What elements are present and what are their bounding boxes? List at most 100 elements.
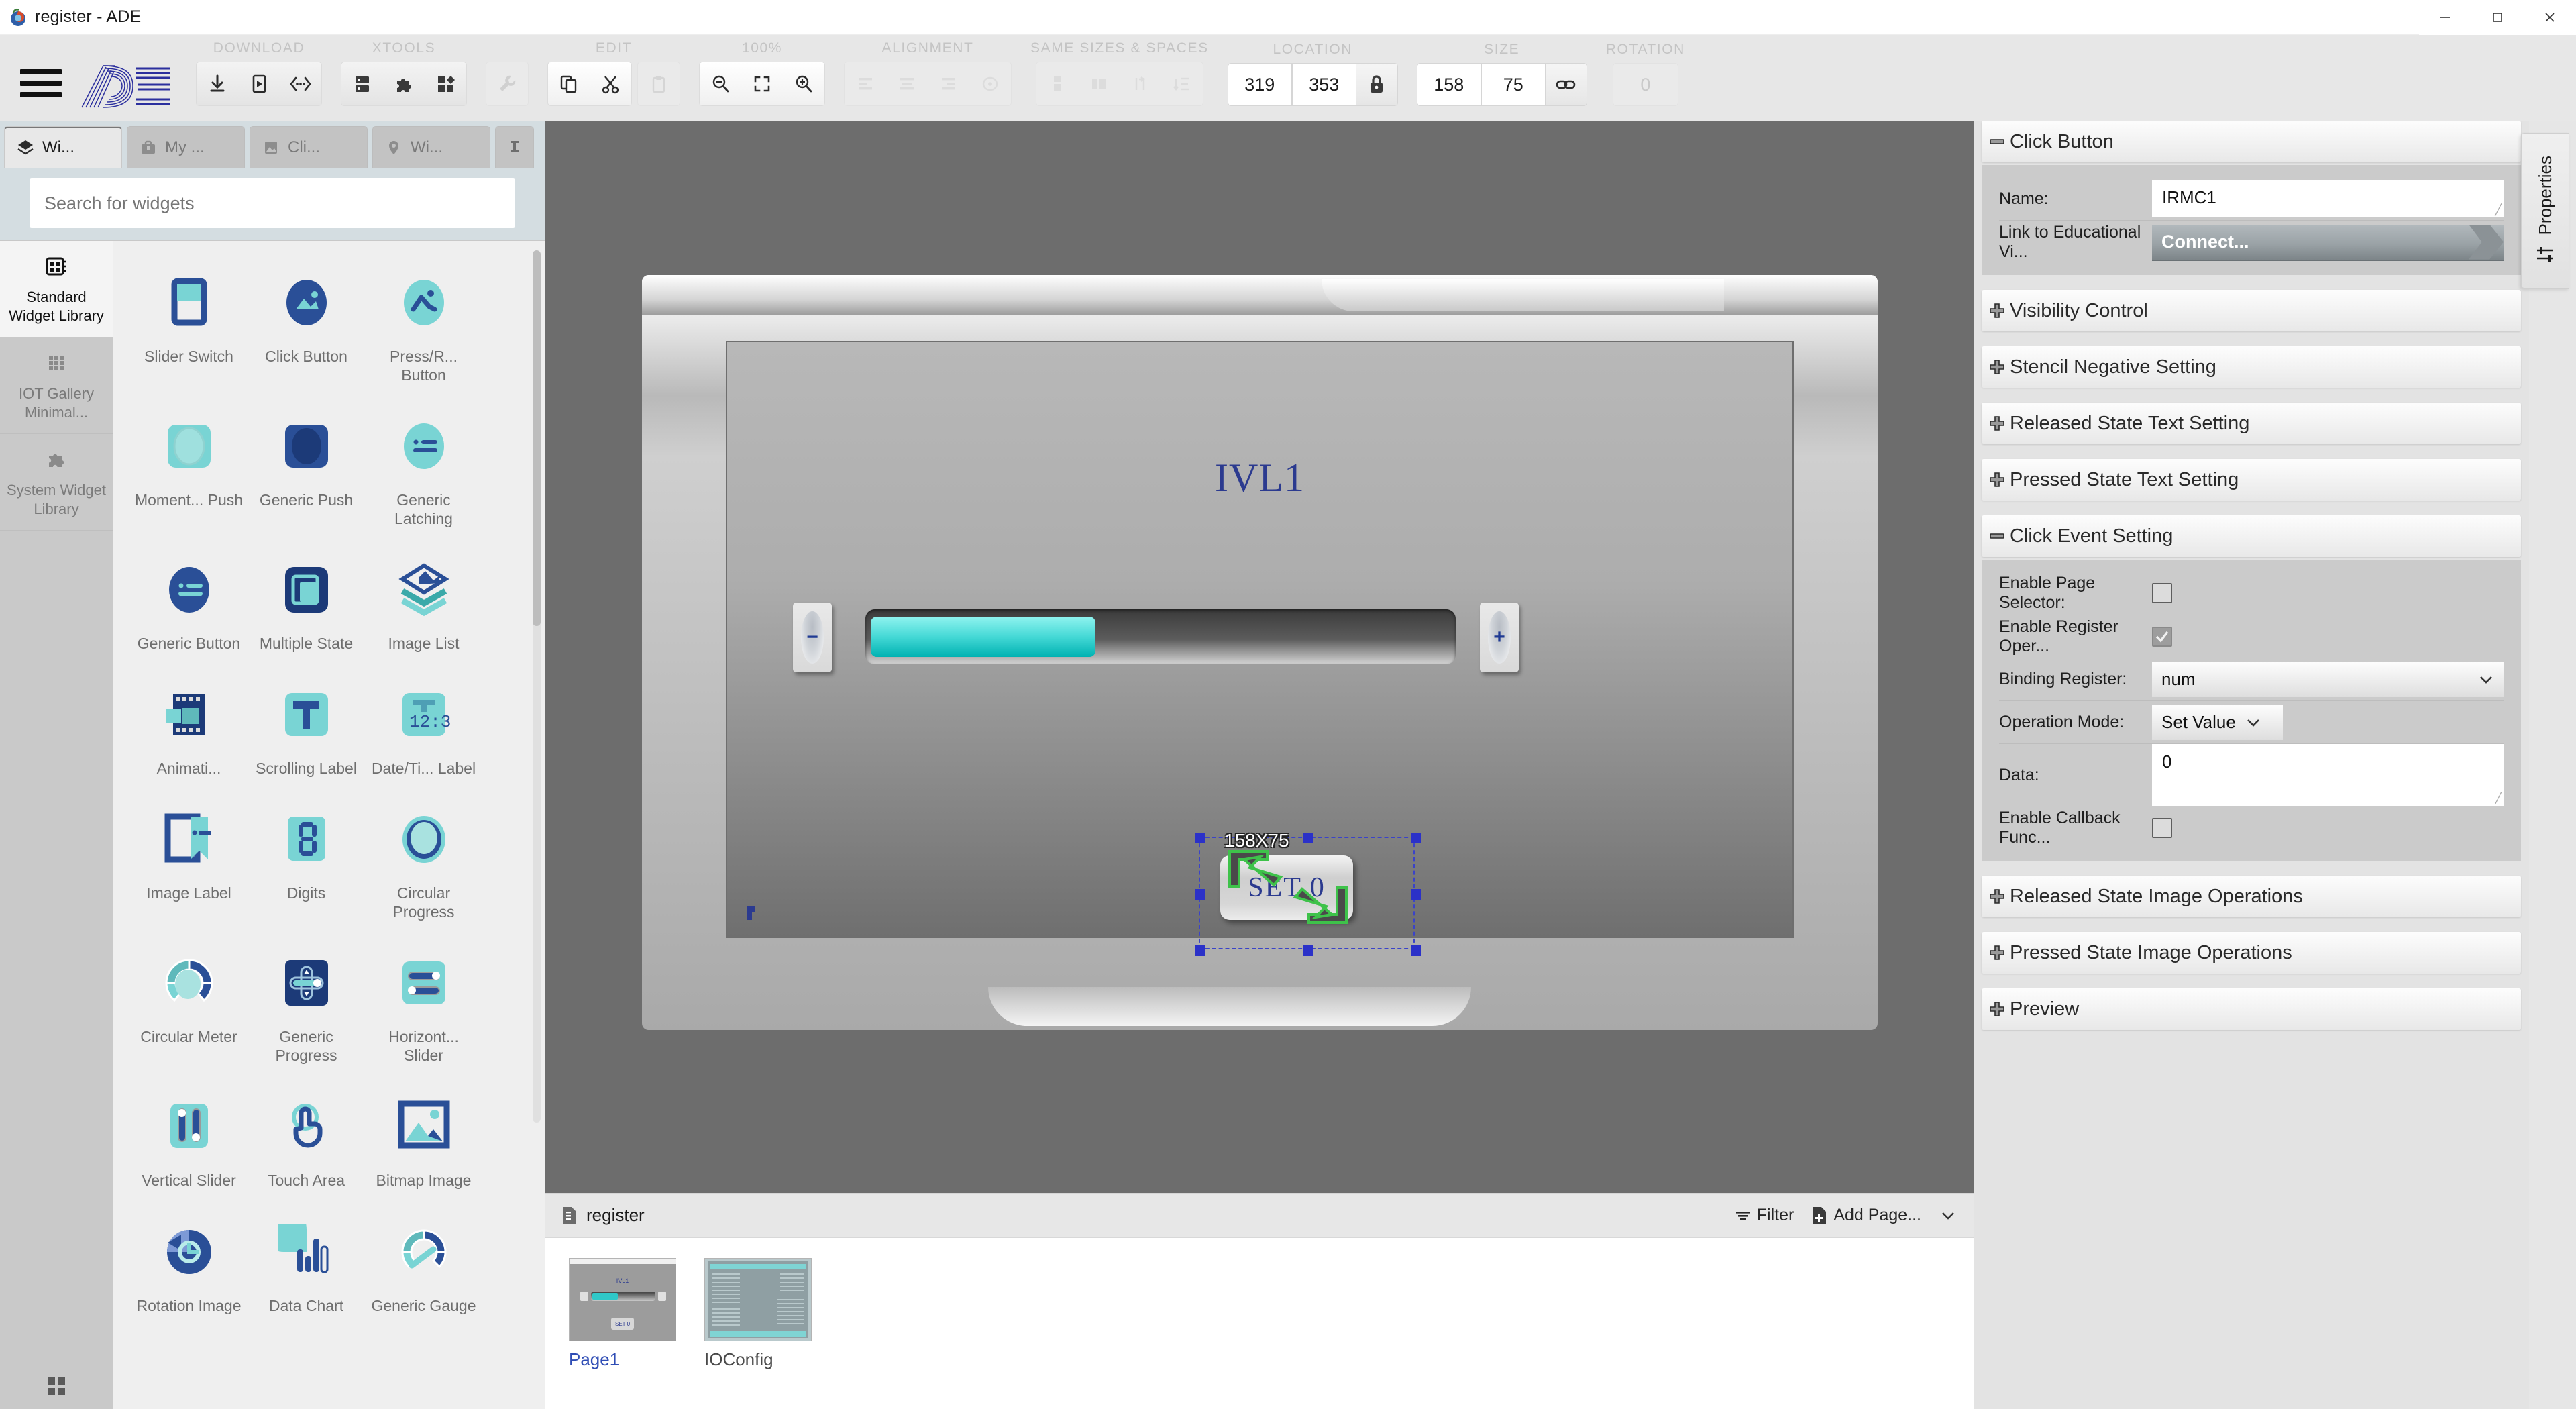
section-header[interactable]: Pressed State Image Operations <box>1982 932 2521 974</box>
expand-icon[interactable] <box>1987 943 2007 963</box>
widget-item[interactable]: Horizont... Slider <box>365 933 482 1077</box>
minimize-button[interactable] <box>2419 0 2471 35</box>
page-thumbnail[interactable] <box>704 1258 812 1341</box>
widget-item[interactable]: Moment... Push <box>130 397 248 540</box>
chevron-down-icon[interactable] <box>1939 1209 1957 1222</box>
expand-icon[interactable] <box>1987 886 2007 906</box>
device-screen[interactable]: IVL1 − + SET 0 158X75 <box>726 341 1794 956</box>
widget-item[interactable]: Digits <box>248 790 365 933</box>
collapse-icon[interactable] <box>1987 526 2007 546</box>
align-target-icon[interactable] <box>969 62 1011 105</box>
widget-item[interactable]: Generic Push <box>248 397 365 540</box>
widget-item[interactable]: Generic Progress <box>248 933 365 1077</box>
widget-item[interactable]: Bitmap Image <box>365 1077 482 1202</box>
resize-handle-n[interactable] <box>1303 833 1313 843</box>
property-select[interactable]: Set Value <box>2152 704 2283 740</box>
copy-icon[interactable] <box>548 62 590 105</box>
widget-item[interactable]: Click Button <box>248 253 365 397</box>
add-page-button[interactable]: Add Page... <box>1811 1206 1921 1225</box>
search-input[interactable] <box>30 178 515 228</box>
tab-my-library[interactable]: My ... <box>127 126 245 168</box>
widget-item[interactable]: Generic Button <box>130 540 248 665</box>
list-item[interactable]: IOConfig <box>704 1258 817 1370</box>
widget-item[interactable]: Circular Meter <box>130 933 248 1077</box>
same-width-icon[interactable] <box>1078 62 1120 105</box>
server-icon[interactable] <box>341 62 383 105</box>
resize-handle-e[interactable] <box>1411 889 1421 900</box>
same-height-icon[interactable] <box>1036 62 1078 105</box>
property-checkbox[interactable] <box>2152 626 2172 647</box>
section-header[interactable]: Click Button <box>1982 121 2521 162</box>
sidebar-item-system-widget-library[interactable]: System Widget Library <box>0 434 113 531</box>
wrench-icon[interactable] <box>486 62 528 105</box>
resize-handle-w[interactable] <box>1195 889 1205 900</box>
section-header[interactable]: Released State Text Setting <box>1982 403 2521 444</box>
size-width-input[interactable]: 158 <box>1416 63 1481 106</box>
sidebar-item-iot-gallery[interactable]: IOT Gallery Minimal... <box>0 337 113 434</box>
property-checkbox[interactable] <box>2152 817 2172 838</box>
property-text-input[interactable]: IRMC1 ╱ <box>2152 180 2504 217</box>
widget-item[interactable]: Generic Latching <box>365 397 482 540</box>
design-canvas[interactable]: IVL1 − + SET 0 158X75 <box>545 121 1974 1193</box>
expand-icon[interactable] <box>1987 357 2007 377</box>
size-height-input[interactable]: 75 <box>1481 63 1546 106</box>
horizontal-slider[interactable] <box>865 609 1456 664</box>
resize-handle-se[interactable] <box>1411 945 1421 956</box>
connect-button[interactable]: Connect... <box>2152 224 2504 260</box>
device-play-icon[interactable] <box>238 62 280 105</box>
expand-icon[interactable] <box>1987 413 2007 433</box>
property-checkbox[interactable] <box>2152 583 2172 603</box>
close-button[interactable] <box>2524 0 2576 35</box>
resize-handle-nw[interactable] <box>1195 833 1205 843</box>
resize-handle-ne[interactable] <box>1411 833 1421 843</box>
maximize-button[interactable] <box>2471 0 2524 35</box>
scissors-icon[interactable] <box>590 62 631 105</box>
widget-item[interactable]: Generic Gauge <box>365 1202 482 1327</box>
expand-icon[interactable] <box>1987 470 2007 490</box>
grid-icon[interactable] <box>0 1363 113 1409</box>
location-y-input[interactable]: 353 <box>1291 63 1356 106</box>
widget-item[interactable]: Circular Progress <box>365 790 482 933</box>
widget-item[interactable]: Touch Area <box>248 1077 365 1202</box>
section-header[interactable]: Stencil Negative Setting <box>1982 346 2521 388</box>
blocks-icon[interactable] <box>425 62 466 105</box>
widget-item[interactable]: Vertical Slider <box>130 1077 248 1202</box>
widget-item[interactable]: Scrolling Label <box>248 665 365 790</box>
widget-item[interactable]: Rotation Image <box>130 1202 248 1327</box>
page-name[interactable]: IOConfig <box>704 1349 817 1370</box>
widget-list-scrollbar[interactable] <box>533 250 541 1123</box>
widget-item[interactable]: Image Label <box>130 790 248 933</box>
link-icon[interactable] <box>1545 63 1587 106</box>
puzzle-icon[interactable] <box>383 62 425 105</box>
lock-icon[interactable] <box>1356 63 1398 106</box>
widget-item[interactable]: Data Chart <box>248 1202 365 1327</box>
rotation-input[interactable]: 0 <box>1612 63 1678 106</box>
widget-item[interactable]: Press/R... Button <box>365 253 482 397</box>
minus-button[interactable]: − <box>793 603 832 672</box>
properties-tab[interactable]: Properties <box>2521 133 2569 289</box>
code-brackets-icon[interactable] <box>280 62 321 105</box>
expand-icon[interactable] <box>1987 999 2007 1019</box>
filter-button[interactable]: Filter <box>1735 1206 1794 1225</box>
resize-handle-sw[interactable] <box>1195 945 1205 956</box>
location-x-input[interactable]: 319 <box>1227 63 1292 106</box>
list-item[interactable]: IVL1 SET 0 Page1 <box>569 1258 682 1370</box>
widget-item[interactable]: Animati... <box>130 665 248 790</box>
expand-icon[interactable] <box>1987 301 2007 321</box>
tab-clipart[interactable]: Cli... <box>250 126 368 168</box>
tab-window-list[interactable]: Wi... <box>372 126 490 168</box>
page-name[interactable]: Page1 <box>569 1349 682 1370</box>
widget-item[interactable]: Multiple State <box>248 540 365 665</box>
download-icon[interactable] <box>197 62 238 105</box>
widget-item[interactable]: 12:31 Date/Ti... Label <box>365 665 482 790</box>
property-textarea[interactable]: 0 ╱ <box>2152 744 2504 806</box>
resize-handle-s[interactable] <box>1303 945 1313 956</box>
section-header[interactable]: Released State Image Operations <box>1982 876 2521 917</box>
section-header[interactable]: Click Event Setting <box>1982 515 2521 557</box>
widget-item[interactable]: Image List <box>365 540 482 665</box>
pin-icon[interactable] <box>495 126 534 168</box>
magnifier-minus-icon[interactable] <box>700 62 741 105</box>
align-center-icon[interactable] <box>886 62 928 105</box>
align-right-icon[interactable] <box>928 62 969 105</box>
align-left-icon[interactable] <box>845 62 886 105</box>
